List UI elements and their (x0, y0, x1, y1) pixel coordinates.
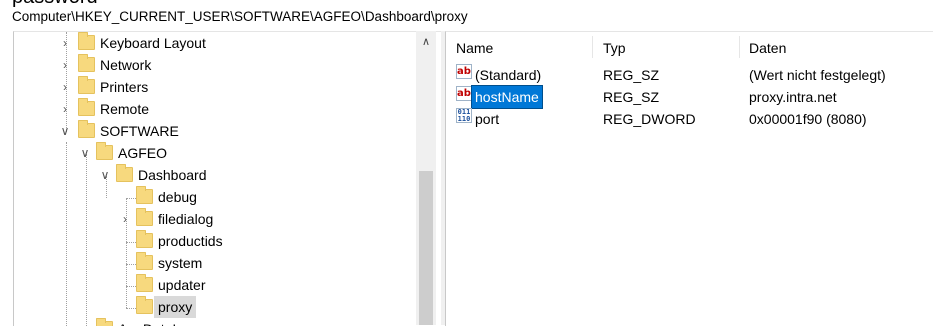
scroll-up-arrow-icon[interactable]: ∧ (416, 35, 436, 48)
folder-icon (136, 252, 153, 270)
chevron-right-icon[interactable]: › (58, 54, 72, 76)
string-value-icon: ab (456, 86, 472, 101)
folder-icon (96, 318, 113, 326)
window-top-fragment: password (12, 0, 98, 7)
tree-item-label: system (158, 255, 203, 271)
values-list[interactable]: Name Typ Daten ab (Standard) REG_SZ (Wer… (445, 31, 933, 326)
folder-icon (136, 274, 153, 292)
folder-icon (78, 54, 95, 72)
tree-item-label: SOFTWARE (100, 123, 179, 139)
folder-icon (78, 120, 95, 138)
tree-line (126, 308, 136, 309)
tree-line (86, 154, 87, 326)
tree-line (126, 198, 136, 199)
value-data: proxy.intra.net (749, 89, 837, 105)
tree-line (66, 142, 67, 326)
rename-input[interactable]: hostName (471, 85, 543, 109)
folder-icon (136, 230, 153, 248)
tree-item-label: updater (158, 277, 206, 293)
column-header-name[interactable]: Name (456, 40, 493, 56)
folder-icon (116, 164, 133, 182)
column-header-type[interactable]: Typ (603, 40, 626, 56)
tree-item-label: Dashboard (138, 167, 207, 183)
folder-icon (78, 76, 95, 94)
folder-icon (78, 32, 95, 50)
folder-icon (136, 186, 153, 204)
chevron-down-icon[interactable]: ∨ (78, 142, 92, 164)
value-name: (Standard) (475, 67, 542, 83)
chevron-down-icon[interactable]: ∨ (58, 120, 72, 142)
tree-item-label: debug (158, 189, 197, 205)
value-type: REG_SZ (603, 67, 660, 83)
column-header-data[interactable]: Daten (749, 40, 786, 56)
chevron-right-icon[interactable]: › (118, 208, 132, 230)
value-data: (Wert nicht festgelegt) (749, 67, 886, 83)
folder-icon (136, 296, 153, 314)
value-name: port (475, 111, 500, 127)
folder-icon (136, 208, 153, 226)
tree-line (126, 242, 136, 243)
registry-tree[interactable]: › Keyboard Layout › Network › Printers ›… (13, 31, 442, 326)
value-type: REG_DWORD (603, 111, 696, 127)
chevron-right-icon[interactable]: › (58, 98, 72, 120)
chevron-down-icon[interactable]: ∨ (98, 164, 112, 186)
address-bar[interactable]: Computer\HKEY_CURRENT_USER\SOFTWARE\AGFE… (12, 9, 468, 25)
scrollbar-thumb[interactable] (419, 171, 433, 325)
column-divider[interactable] (592, 36, 593, 58)
chevron-right-icon[interactable]: › (58, 32, 72, 54)
chevron-right-icon[interactable]: › (58, 76, 72, 98)
tree-line (126, 286, 136, 287)
tree-item-label: proxy (154, 296, 197, 318)
tree-item-label: Printers (100, 79, 149, 95)
value-data: 0x00001f90 (8080) (749, 111, 867, 127)
tree-item-label: productids (158, 233, 223, 249)
dword-value-icon: 011 110 (456, 108, 472, 123)
tree-line (126, 264, 136, 265)
value-type: REG_SZ (603, 89, 660, 105)
tree-item-label: AGFEO (118, 145, 168, 161)
tree-item-label: Remote (100, 101, 150, 117)
string-value-icon: ab (456, 64, 472, 79)
folder-icon (78, 98, 95, 116)
tree-item-label: filedialog (158, 211, 214, 227)
folder-icon (96, 142, 113, 160)
tree-item-label: Network (100, 57, 152, 73)
column-divider[interactable] (739, 36, 740, 58)
tree-item-label: Keyboard Layout (100, 35, 206, 51)
tree-scrollbar[interactable]: ∧ (416, 31, 436, 325)
